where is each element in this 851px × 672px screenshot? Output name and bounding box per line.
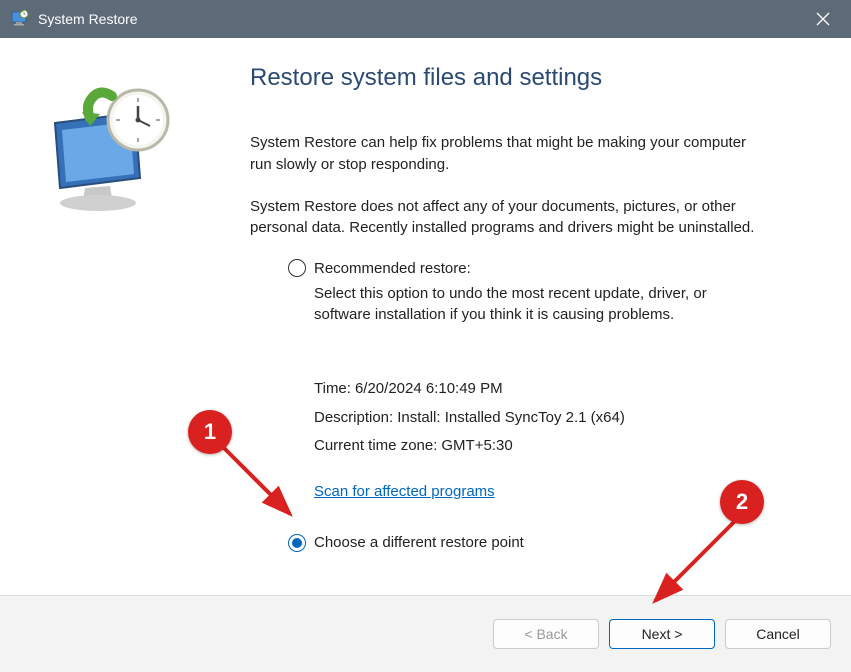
timezone-label: Current time zone: [314,432,437,461]
system-restore-large-icon [30,78,180,218]
close-icon [816,12,830,26]
close-button[interactable] [803,0,843,38]
scan-affected-programs-link[interactable]: Scan for affected programs [314,483,495,500]
description-label: Description: [314,404,393,433]
wizard-footer: < Back Next > Cancel [0,596,851,672]
description-value: Install: Installed SyncToy 2.1 (x64) [397,404,625,433]
cancel-button[interactable]: Cancel [725,619,831,649]
annotation-badge-1: 1 [188,410,232,454]
wizard-sidebar [0,38,220,595]
titlebar: System Restore [0,0,851,38]
option-recommended: Recommended restore: Select this option … [288,259,811,500]
time-value: 6/20/2024 6:10:49 PM [355,375,503,404]
next-button[interactable]: Next > [609,619,715,649]
back-button[interactable]: < Back [493,619,599,649]
window-title: System Restore [38,11,138,27]
intro-paragraph-1: System Restore can help fix problems tha… [250,132,770,176]
page-title: Restore system files and settings [250,64,811,92]
radio-different-row[interactable]: Choose a different restore point [288,534,811,552]
intro-paragraph-2: System Restore does not affect any of yo… [250,196,770,240]
annotation-badge-2: 2 [720,480,764,524]
time-label: Time: [314,375,351,404]
recommended-details: Time: 6/20/2024 6:10:49 PM Description: … [314,375,811,461]
recommended-description: Select this option to undo the most rece… [314,283,754,325]
radio-recommended[interactable] [288,259,306,277]
system-restore-icon [10,9,30,29]
radio-different-label: Choose a different restore point [314,534,524,551]
timezone-value: GMT+5:30 [441,432,512,461]
radio-recommended-label: Recommended restore: [314,260,471,277]
radio-recommended-row[interactable]: Recommended restore: [288,259,811,277]
radio-different[interactable] [288,534,306,552]
